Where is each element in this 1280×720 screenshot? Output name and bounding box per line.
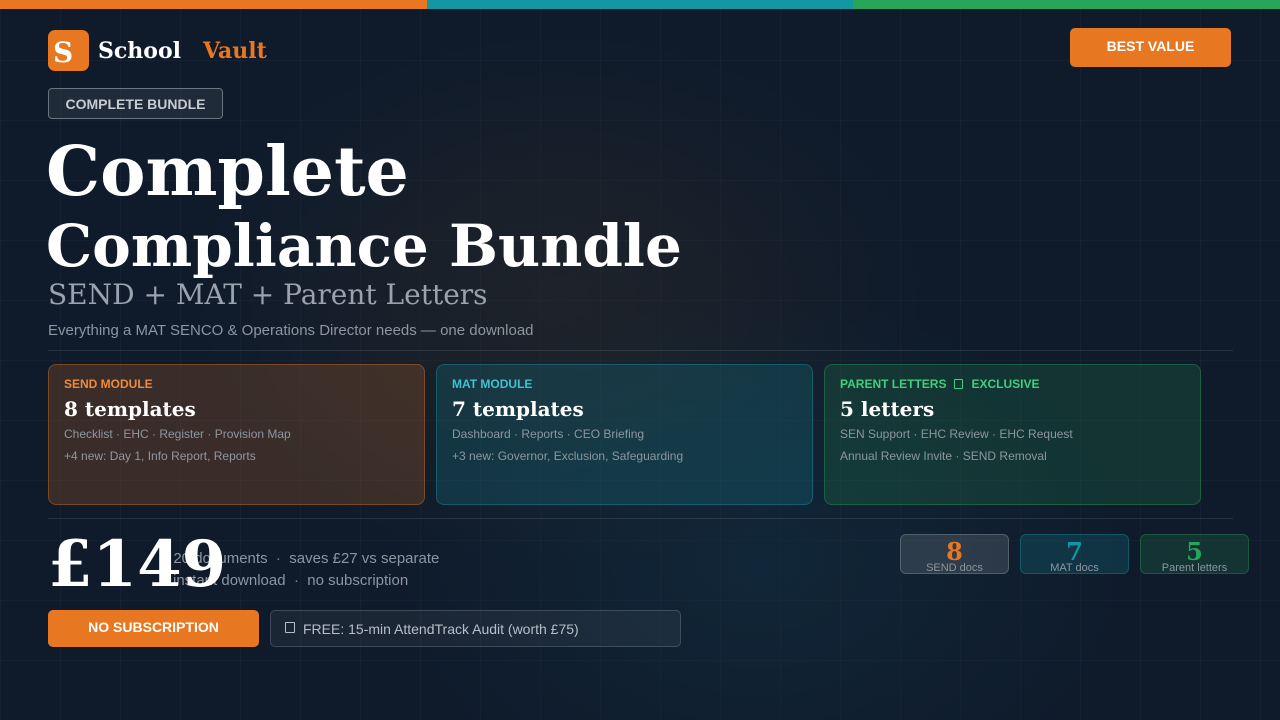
card-new-items: +4 new: Day 1, Info Report, Reports [64, 449, 256, 463]
savings-text: saves £27 vs separate [289, 550, 440, 567]
divider-top [48, 350, 1233, 351]
card-label: MAT MODULE [452, 377, 533, 391]
bundle-badge: COMPLETE BUNDLE [48, 88, 223, 119]
parent-letters-card: PARENT LETTERS EXCLUSIVE 5 letters SEN Su… [824, 364, 1201, 505]
card-description-extra: Annual Review Invite · SEND Removal [840, 449, 1047, 463]
card-count: 7 templates [452, 397, 584, 421]
send-module-card: SEND MODULE 8 templates Checklist · EHC … [48, 364, 425, 505]
star-icon [954, 379, 964, 389]
audit-offer-label: FREE: 15-min AttendTrack Audit (worth £7… [303, 620, 579, 637]
stat-mat-docs: 7 MAT docs [1020, 534, 1129, 574]
top-bar-orange [0, 0, 427, 9]
divider-bottom [48, 518, 1233, 519]
top-bar-teal [426, 0, 854, 9]
price: £149 [48, 527, 227, 602]
card-label: PARENT LETTERS EXCLUSIVE [840, 377, 1185, 391]
logo-mark: S [48, 30, 89, 71]
subscription-text: no subscription [307, 572, 409, 589]
brand-logo[interactable]: S School Vault [48, 30, 267, 71]
card-new-items: +3 new: Governor, Exclusion, Safeguardin… [452, 449, 684, 463]
separator-dot: · [275, 550, 281, 567]
separator-dot: · [293, 572, 299, 589]
page-title-line-1: Complete [46, 132, 409, 212]
stat-label: SEND docs [926, 562, 983, 574]
logo-name-school: School [98, 37, 181, 64]
top-bar-green [853, 0, 1280, 9]
card-label: SEND MODULE [64, 377, 153, 391]
mat-module-card: MAT MODULE 7 templates Dashboard · Repor… [436, 364, 813, 505]
stat-label: Parent letters [1161, 562, 1228, 574]
card-label-main: PARENT LETTERS [840, 377, 947, 391]
page-tagline: Everything a MAT SENCO & Operations Dire… [48, 322, 534, 339]
card-description: SEN Support · EHC Review · EHC Request [840, 427, 1073, 441]
stat-parent-letters: 5 Parent letters [1140, 534, 1249, 574]
no-subscription-button[interactable]: NO SUBSCRIPTION [48, 610, 259, 647]
page-subtitle: SEND + MAT + Parent Letters [48, 278, 488, 311]
card-label-exclusive: EXCLUSIVE [971, 377, 1040, 391]
stat-label: MAT docs [1050, 562, 1099, 574]
card-description: Checklist · EHC · Register · Provision M… [64, 427, 291, 441]
card-description: Dashboard · Reports · CEO Briefing [452, 427, 645, 441]
best-value-button[interactable]: BEST VALUE [1070, 28, 1231, 67]
card-count: 5 letters [840, 397, 935, 421]
top-color-bar [0, 0, 1280, 9]
card-count: 8 templates [64, 397, 196, 421]
gift-icon [285, 622, 295, 633]
page-title-line-2: Compliance Bundle [46, 212, 682, 280]
logo-name-vault: Vault [202, 37, 267, 64]
free-audit-offer[interactable]: FREE: 15-min AttendTrack Audit (worth £7… [270, 610, 681, 647]
stat-send-docs: 8 SEND docs [900, 534, 1009, 574]
